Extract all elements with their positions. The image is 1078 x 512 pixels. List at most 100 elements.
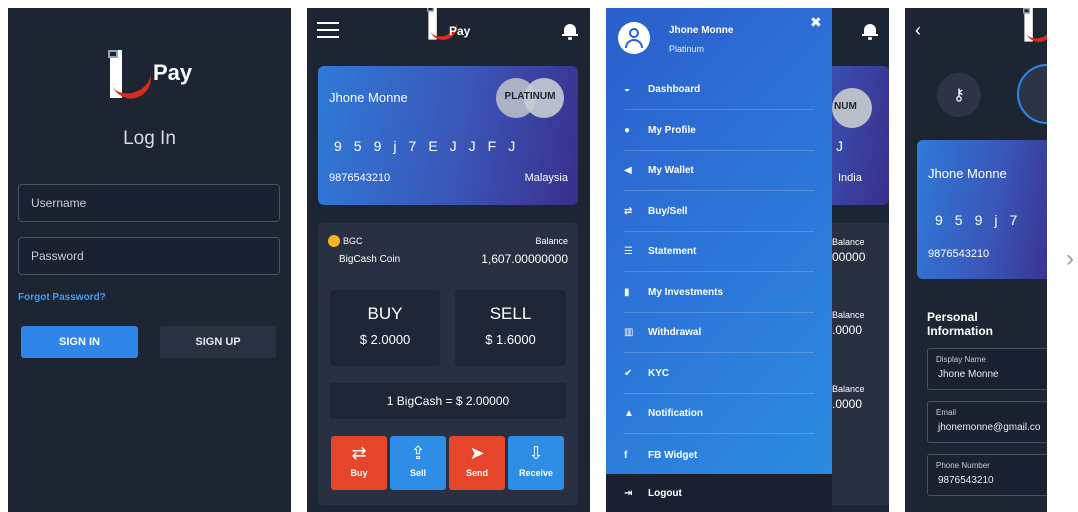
background-balance-row: Balance .0000: [832, 384, 889, 411]
key-icon[interactable]: ⚷: [937, 73, 981, 117]
profile-screen: ‹ ⚷ Jhone Monne 9 5 9 j 7 9876543210 Per…: [905, 8, 1047, 512]
drawer-screen: NUM J India Balance 00000 Balance .0000 …: [606, 8, 889, 512]
menu-item-label: Dashboard: [648, 84, 701, 95]
username-field[interactable]: Username: [18, 184, 280, 222]
exchange-rate: 1 BigCash = $ 2.00000: [330, 383, 566, 419]
menu-item-fb-widget[interactable]: f FB Widget: [624, 435, 814, 475]
buy-label: BUY: [367, 304, 403, 323]
background-card-country: India: [838, 172, 862, 184]
background-balance-value: .0000: [832, 323, 863, 337]
card-code-char: 7: [408, 138, 417, 154]
buy-action-button[interactable]: ⇄ Buy: [331, 436, 387, 490]
screenshot-gallery: Pay Log In Username Password Forgot Pass…: [0, 0, 1078, 512]
card-code-char: j: [994, 212, 998, 228]
forgot-password-link[interactable]: Forgot Password?: [18, 292, 106, 303]
k-logo-icon: [108, 50, 157, 105]
drawer-user-name: Jhone Monne: [669, 25, 734, 36]
menu-item-my-investments[interactable]: ▮ My Investments: [624, 273, 814, 313]
personal-info-title: Personal Information: [927, 310, 993, 338]
card-code-char: 9: [334, 138, 342, 154]
field-label: Phone Number: [936, 461, 990, 470]
kpay-logo: [1023, 8, 1047, 50]
background-balance-value: .0000: [832, 397, 863, 411]
sell-icon: ⇪: [410, 443, 426, 463]
card-code-char: 9: [373, 138, 382, 154]
menu-item-label: KYC: [648, 368, 670, 379]
card-code: 9 5 9 j 7 E J J F J: [334, 138, 515, 154]
menu-item-my-wallet[interactable]: ◀ My Wallet: [624, 151, 814, 191]
logout-icon: ⇥: [624, 487, 633, 499]
back-icon[interactable]: ‹: [915, 20, 921, 41]
bell-icon[interactable]: [562, 22, 578, 40]
k-logo-icon: [1023, 8, 1047, 46]
menu-item-my-profile[interactable]: ● My Profile: [624, 111, 814, 151]
background-balance-label: Balance: [832, 310, 865, 320]
login-screen: Pay Log In Username Password Forgot Pass…: [8, 8, 291, 512]
send-action-button[interactable]: ➤ Send: [449, 436, 505, 490]
password-field[interactable]: Password: [18, 237, 280, 275]
email-field[interactable]: Email jhonemonne@gmail.co: [927, 401, 1047, 443]
buy-price-tile[interactable]: BUY $ 2.0000: [330, 290, 440, 366]
card-code-char: J: [468, 138, 476, 154]
send-icon: ➤: [469, 443, 485, 463]
wallet-icon: ◀: [624, 165, 632, 176]
hamburger-menu-icon[interactable]: [317, 22, 339, 38]
logout-label: Logout: [648, 487, 682, 499]
coin-code: BGC: [343, 236, 363, 246]
drawer-user-tier: Platinum: [669, 44, 705, 54]
background-balance-label: Balance: [832, 384, 865, 394]
profile-card: Jhone Monne 9 5 9 j 7 9876543210: [917, 140, 1047, 279]
field-label: Email: [936, 408, 957, 417]
dashboard-icon: ◒: [624, 84, 631, 95]
sign-in-button[interactable]: SIGN IN: [21, 326, 138, 358]
menu-item-label: Statement: [648, 246, 697, 257]
menu-item-notification[interactable]: ▲ Notification: [624, 394, 814, 434]
background-balance-value: 00000: [832, 250, 866, 264]
menu-item-label: My Wallet: [648, 165, 694, 176]
dashboard-screen: Pay Jhone Monne PLATINUM 9 5 9 j 7 E J J…: [307, 8, 590, 512]
kpay-logo: Pay: [427, 8, 477, 48]
navigation-drawer: Jhone Monne Platinum ✖ ◒ Dashboard ● My Pr…: [606, 8, 832, 512]
menu-item-label: Notification: [648, 408, 703, 419]
card-code-char: J: [449, 138, 457, 154]
bell-icon: ▲: [624, 408, 634, 419]
card-account-number: 9876543210: [329, 172, 391, 184]
sell-action-button[interactable]: ⇪ Sell: [390, 436, 446, 490]
phone-number-field[interactable]: Phone Number 9876543210: [927, 454, 1047, 496]
card-holder-name: Jhone Monne: [329, 90, 408, 105]
sign-up-button[interactable]: SIGN UP: [160, 326, 276, 358]
sell-price-tile[interactable]: SELL $ 1.6000: [455, 290, 566, 366]
wallet-panel: BGC BigCash Coin Balance 1,607.00000000 …: [318, 223, 578, 505]
bell-icon[interactable]: [862, 22, 878, 40]
card-code-char: j: [393, 138, 397, 154]
next-screenshot-chevron-icon[interactable]: ›: [1066, 245, 1074, 273]
profile-avatar-icon[interactable]: [1017, 64, 1047, 124]
field-value: 9876543210: [938, 475, 994, 486]
user-icon: ●: [624, 125, 631, 136]
field-value: Jhone Monne: [938, 369, 999, 380]
top-bar: Pay: [307, 8, 590, 54]
menu-item-dashboard[interactable]: ◒ Dashboard: [624, 70, 814, 110]
coin-name: BigCash Coin: [339, 254, 401, 265]
menu-item-statement[interactable]: ☰ Statement: [624, 232, 814, 272]
close-icon[interactable]: ✖: [810, 14, 822, 31]
menu-item-buy-sell[interactable]: ⇄ Buy/Sell: [624, 192, 814, 232]
menu-item-kyc[interactable]: ✔ KYC: [624, 354, 814, 394]
card-country: Malaysia: [524, 172, 568, 184]
action-label: Buy: [350, 468, 368, 478]
menu-item-label: My Profile: [648, 125, 696, 136]
display-name-field[interactable]: Display Name Jhone Monne: [927, 348, 1047, 390]
balance-value: 1,607.00000000: [481, 252, 568, 266]
card-code-char: J: [508, 138, 516, 154]
download-icon: ⇩: [528, 443, 544, 463]
list-icon: ☰: [624, 246, 633, 257]
action-label: Sell: [409, 468, 426, 478]
logout-button[interactable]: ⇥ Logout: [606, 474, 832, 512]
receive-action-button[interactable]: ⇩ Receive: [508, 436, 564, 490]
menu-item-withdrawal[interactable]: ▥ Withdrawal: [624, 313, 814, 353]
buy-price: $ 2.0000: [359, 332, 411, 347]
background-balance-row: Balance .0000: [832, 310, 889, 337]
card-tier-badge: PLATINUM: [496, 78, 564, 118]
kpay-logo: Pay: [108, 38, 198, 110]
card-account-number: 9876543210: [928, 248, 990, 260]
